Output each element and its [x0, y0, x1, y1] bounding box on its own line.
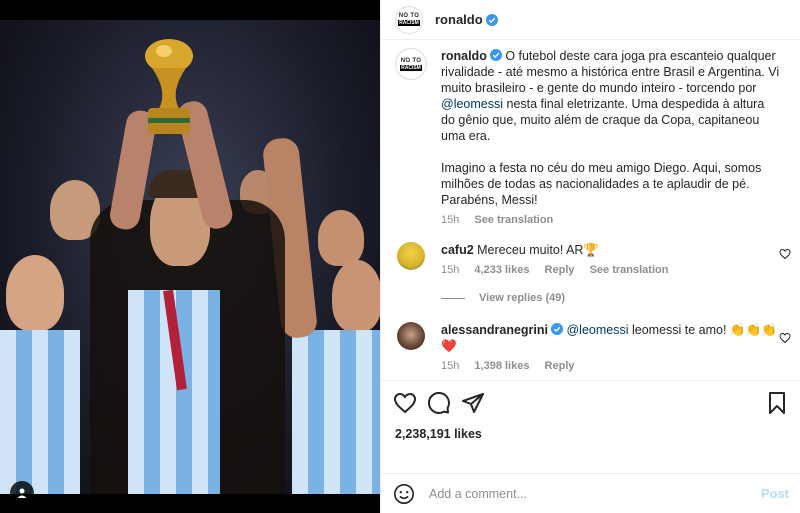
caption-see-translation[interactable]: See translation	[474, 214, 553, 226]
player-right-bg	[318, 210, 364, 266]
comment-like-heart-icon[interactable]	[779, 332, 791, 344]
heart-icon[interactable]	[393, 391, 417, 415]
world-cup-trophy-icon	[145, 39, 193, 134]
comment-text: Mereceu muito! AR🏆	[477, 243, 599, 257]
add-comment-input[interactable]	[429, 486, 761, 501]
comment-mention[interactable]: @leomessi	[566, 323, 628, 337]
verified-badge-icon	[551, 323, 563, 335]
caption-body: ronaldo O futebol deste cara joga pra es…	[441, 48, 781, 228]
post-side-panel: NO TO RACISM ronaldo NO TO RACISM ronald…	[380, 0, 800, 513]
caption-meta: 15h See translation	[441, 212, 781, 228]
author-avatar[interactable]: NO TO RACISM	[395, 5, 423, 34]
add-comment-bar: Post	[381, 473, 800, 513]
avatar-text-line2: RACISM	[398, 20, 420, 26]
comment-meta: 15h 4,233 likes Reply See translation	[441, 262, 781, 278]
comment-like-heart-icon[interactable]	[779, 248, 791, 260]
comment-likes[interactable]: 1,398 likes	[474, 360, 529, 372]
comment-likes[interactable]: 4,233 likes	[474, 264, 529, 276]
comment-avatar[interactable]	[397, 322, 425, 350]
comment-meta: 15h 1,398 likes Reply	[441, 358, 781, 374]
caption-time[interactable]: 15h	[441, 214, 459, 226]
caption-username[interactable]: ronaldo	[441, 49, 487, 63]
comment-avatar[interactable]	[397, 242, 425, 270]
likes-count[interactable]: 2,238,191 likes	[381, 427, 800, 441]
post-modal: NO TO RACISM ronaldo NO TO RACISM ronald…	[0, 0, 800, 513]
comments-section: NO TO RACISM ronaldo O futebol deste car…	[381, 48, 800, 374]
comment-line: alessandranegrini @leomessi leomessi te …	[441, 322, 781, 354]
caption-paragraph-1: ronaldo O futebol deste cara joga pra es…	[441, 48, 781, 144]
player-right	[332, 260, 380, 332]
comment-item: alessandranegrini @leomessi leomessi te …	[381, 322, 800, 374]
post-comment-button[interactable]: Post	[761, 486, 789, 501]
verified-badge-icon	[485, 13, 498, 26]
user-tag-icon	[17, 488, 27, 498]
comment-icon[interactable]	[427, 391, 451, 415]
caption-mention[interactable]: @leomessi	[441, 97, 503, 111]
comment-item: cafu2 Mereceu muito! AR🏆 15h 4,233 likes…	[381, 242, 800, 278]
caption-paragraph-2: Imagino a festa no céu do meu amigo Dieg…	[441, 161, 762, 207]
bookmark-icon[interactable]	[765, 391, 789, 415]
player-left-shirt	[0, 330, 80, 494]
post-photo[interactable]	[0, 0, 380, 513]
author-username[interactable]: ronaldo	[435, 12, 483, 27]
verified-badge-icon	[489, 49, 502, 61]
post-header: NO TO RACISM ronaldo	[381, 0, 800, 40]
photo-scene	[0, 20, 380, 494]
emoji-icon[interactable]	[393, 483, 415, 505]
avatar-text-line1: NO TO	[398, 13, 420, 19]
caption-avatar[interactable]: NO TO RACISM	[395, 48, 427, 80]
comment-reply-button[interactable]: Reply	[545, 360, 575, 372]
avatar-text-line1: NO TO	[400, 57, 422, 64]
user-tag-button[interactable]	[10, 481, 34, 505]
action-icons	[381, 381, 800, 425]
comment-username[interactable]: alessandranegrini	[441, 323, 548, 337]
view-replies-label: View replies (49)	[479, 292, 566, 304]
comment-time[interactable]: 15h	[441, 264, 459, 276]
caption: NO TO RACISM ronaldo O futebol deste car…	[381, 48, 800, 228]
replies-divider	[441, 297, 465, 299]
share-icon[interactable]	[461, 391, 485, 415]
player-right-shirt	[292, 330, 380, 494]
comment-body: cafu2 Mereceu muito! AR🏆 15h 4,233 likes…	[441, 242, 781, 278]
player-left	[6, 255, 64, 331]
avatar-text-line2: RACISM	[400, 64, 422, 71]
comment-body: alessandranegrini @leomessi leomessi te …	[441, 322, 781, 374]
comment-time[interactable]: 15h	[441, 360, 459, 372]
comment-username[interactable]: cafu2	[441, 243, 474, 257]
comment-reply-button[interactable]: Reply	[545, 264, 575, 276]
comment-see-translation[interactable]: See translation	[590, 264, 669, 276]
post-actions: 2,238,191 likes	[381, 380, 800, 476]
comment-line: cafu2 Mereceu muito! AR🏆	[441, 242, 781, 258]
view-replies-button[interactable]: View replies (49)	[441, 292, 800, 304]
